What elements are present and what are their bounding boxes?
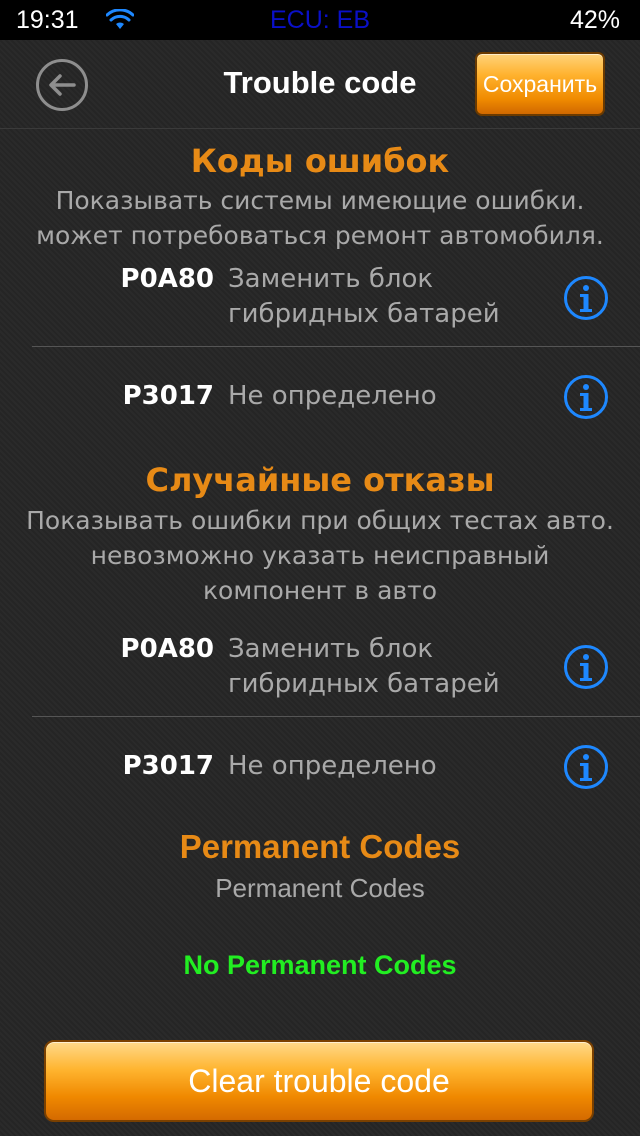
- section-desc-line: невозможно указать неисправный: [90, 541, 550, 570]
- code-desc-line: Заменить блок: [228, 264, 434, 294]
- info-icon[interactable]: [563, 275, 609, 321]
- trouble-code: P3017: [122, 381, 214, 411]
- section-title-error-codes: Коды ошибок: [190, 142, 450, 180]
- section-desc-line: Показывать ошибки при общих тестах авто.: [26, 506, 614, 535]
- code-desc-line: Не определено: [228, 751, 437, 781]
- trouble-code: P0A80: [120, 264, 214, 294]
- code-desc-line: Заменить блок: [228, 634, 434, 664]
- section-title-permanent-codes: Permanent Codes: [179, 828, 461, 865]
- ecu-status: ECU: EB: [269, 6, 371, 34]
- status-bar: 19:31 ECU: EB 42%: [0, 0, 640, 40]
- code-desc-line: гибридных батарей: [228, 299, 500, 329]
- info-icon[interactable]: [563, 744, 609, 790]
- section-desc-permanent-codes: Permanent Codes: [215, 873, 425, 903]
- section-desc-random-failures: Показывать ошибки при общих тестах авто.…: [0, 503, 640, 608]
- section-desc-line: компонент в авто: [202, 576, 438, 605]
- trouble-code-description: Заменить блок гибридных батарей: [228, 262, 548, 332]
- save-button[interactable]: Сохранить: [475, 52, 605, 116]
- divider: [32, 716, 640, 717]
- code-desc-line: гибридных батарей: [228, 669, 500, 699]
- section-desc-line: Показывать системы имеющие ошибки.: [55, 186, 585, 215]
- clear-trouble-code-button[interactable]: Clear trouble code: [44, 1040, 594, 1122]
- trouble-code-description: Не определено: [228, 379, 548, 414]
- code-desc-line: Не определено: [228, 381, 437, 411]
- trouble-code: P3017: [122, 751, 214, 781]
- info-icon[interactable]: [563, 374, 609, 420]
- nav-bar: Trouble code Сохранить: [0, 40, 640, 129]
- section-desc-error-codes: Показывать системы имеющие ошибки. может…: [0, 183, 640, 253]
- trouble-code: P0A80: [120, 634, 214, 664]
- trouble-code-description: Не определено: [228, 749, 548, 784]
- info-icon[interactable]: [563, 644, 609, 690]
- divider: [32, 346, 640, 347]
- battery-level: 42%: [569, 6, 620, 34]
- section-title-random-failures: Случайные отказы: [145, 461, 495, 499]
- no-permanent-codes-message: No Permanent Codes: [183, 950, 457, 980]
- trouble-code-description: Заменить блок гибридных батарей: [228, 632, 548, 702]
- section-desc-line: может потребоваться ремонт автомобиля.: [36, 221, 604, 250]
